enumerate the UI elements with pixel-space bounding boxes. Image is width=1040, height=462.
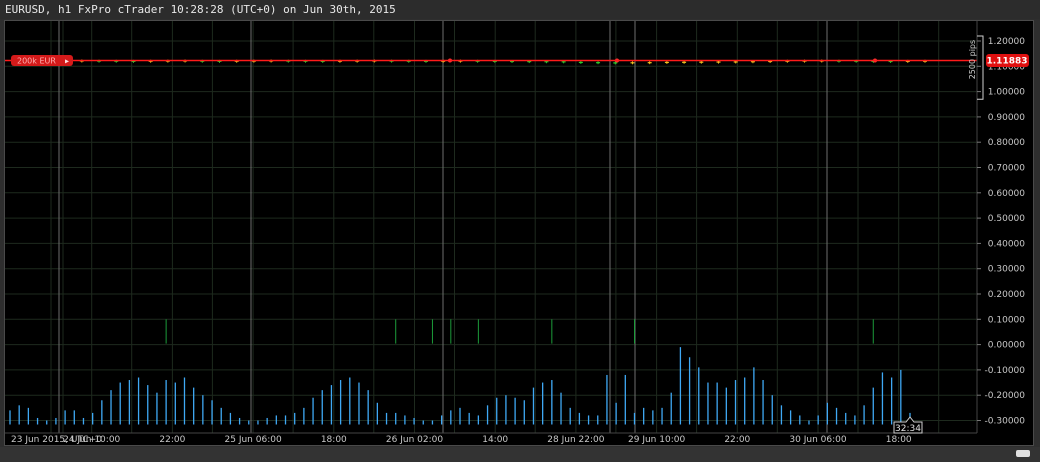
time-tick-label: 22:00 xyxy=(724,435,750,445)
price-tick-label: 0.10000 xyxy=(988,315,1025,325)
price-tick-label: 0.50000 xyxy=(988,214,1025,224)
time-tick-label: 29 Jun 10:00 xyxy=(628,435,685,445)
current-price-label: 1.11883 xyxy=(987,57,1028,67)
current-price-badge: 1.11883 xyxy=(986,54,1029,68)
indicator-spikes xyxy=(165,319,874,344)
title-bar: EURUSD, h1 FxPro cTrader 10:28:28 (UTC+0… xyxy=(0,0,1040,19)
price-tick-label: 1.20000 xyxy=(988,37,1025,47)
price-tick-label: 0.20000 xyxy=(988,290,1025,300)
price-tick-label: 0.90000 xyxy=(988,113,1025,123)
app-window: EURUSD, h1 FxPro cTrader 10:28:28 (UTC+0… xyxy=(0,0,1040,462)
price-tick-label: 0.70000 xyxy=(988,164,1025,174)
price-tick-label: 0.40000 xyxy=(988,239,1025,249)
time-tick-label: 28 Jun 22:00 xyxy=(547,435,604,445)
time-tick-label: 25 Jun 06:00 xyxy=(225,435,282,445)
bar-countdown-label: 32:34 xyxy=(895,424,921,434)
price-tick-label: 1.00000 xyxy=(988,88,1025,98)
resize-grip-icon[interactable] xyxy=(1016,450,1030,457)
time-tick-label: 18:00 xyxy=(321,435,347,445)
grid-lines xyxy=(5,21,977,433)
time-tick-label: 24 Jun 10:00 xyxy=(63,435,120,445)
close-icon[interactable]: ▸ xyxy=(65,57,69,66)
volume-bars xyxy=(9,347,911,425)
time-tick-label: 30 Jun 06:00 xyxy=(789,435,846,445)
price-tick-label: -0.30000 xyxy=(985,417,1026,427)
time-axis[interactable]: 23 Jun 2015, UTC+024 Jun 10:00 22:00 25 Ju… xyxy=(11,435,912,445)
position-tag-label: 200k EUR xyxy=(17,57,56,66)
price-tick-label: 0.30000 xyxy=(988,265,1025,275)
time-tick-label: 18:00 xyxy=(886,435,912,445)
pips-range-label: 2500 pips xyxy=(968,40,977,79)
position-tag[interactable]: 200k EUR ▸ xyxy=(11,55,73,67)
chart-title: EURUSD, h1 FxPro cTrader 10:28:28 (UTC+0… xyxy=(5,3,396,16)
price-tick-label: 0.80000 xyxy=(988,138,1025,148)
chart-svg[interactable]: 200k EUR ▸ 1.200001.100001.000000.900000… xyxy=(5,21,1033,445)
price-candles xyxy=(11,58,927,65)
pips-range-indicator: 2500 pips xyxy=(968,35,984,100)
status-bar xyxy=(0,447,1040,462)
price-tick-label: 0.60000 xyxy=(988,189,1025,199)
price-tick-label: -0.10000 xyxy=(985,366,1026,376)
price-axis[interactable]: 1.200001.100001.000000.900000.800000.700… xyxy=(977,37,1025,427)
session-separators xyxy=(58,21,828,433)
time-tick-label: 26 Jun 02:00 xyxy=(386,435,443,445)
price-tick-label: 0.00000 xyxy=(988,341,1025,351)
price-tick-label: -0.20000 xyxy=(985,391,1026,401)
time-tick-label: 22:00 xyxy=(159,435,185,445)
time-tick-label: 14:00 xyxy=(482,435,508,445)
chart-area[interactable]: 200k EUR ▸ 1.20000 1.10000 1.00000 0.90000 0… xyxy=(4,20,1034,446)
